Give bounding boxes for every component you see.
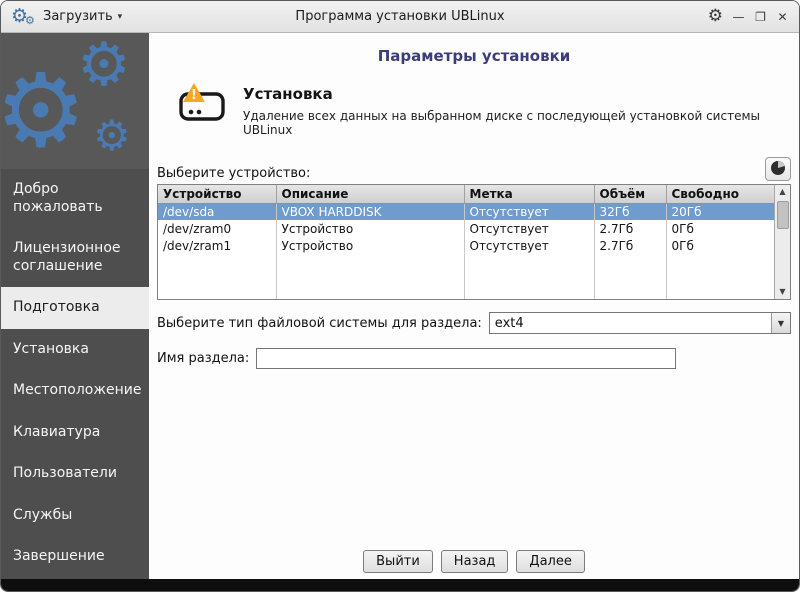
cell-size: 2.7Гб	[594, 220, 666, 237]
gear-icon: ⚙	[77, 35, 131, 95]
cell-free: 0Гб	[666, 220, 778, 237]
load-button-label: Загрузить	[43, 9, 113, 24]
sidebar-item-license[interactable]: Лицензионное соглашение	[1, 228, 149, 287]
table-row[interactable]: /dev/zram0 Устройство Отсутствует 2.7Гб …	[158, 220, 778, 237]
disk-warning-icon: !	[177, 81, 227, 131]
section-subtitle: Удаление всех данных на выбранном диске …	[243, 109, 791, 137]
cell-label: Отсутствует	[464, 237, 594, 254]
minimize-button[interactable]: —	[732, 11, 745, 23]
table-row[interactable]: /dev/sda VBOX HARDDISK Отсутствует 32Гб …	[158, 203, 778, 220]
device-select-label: Выберите устройство:	[157, 166, 310, 181]
main-content: Параметры установки ! Установка Удаление…	[149, 33, 799, 579]
sidebar-item-preparation[interactable]: Подготовка	[1, 287, 149, 329]
cell-label: Отсутствует	[464, 203, 594, 220]
page-title: Параметры установки	[157, 47, 791, 65]
combo-dropdown-icon: ▼	[771, 313, 790, 333]
cell-free: 20Гб	[666, 203, 778, 220]
col-header-description[interactable]: Описание	[276, 185, 464, 203]
pie-chart-icon	[770, 160, 786, 179]
sidebar-item-keyboard[interactable]: Клавиатура	[1, 412, 149, 454]
sidebar-item-location[interactable]: Местоположение	[1, 370, 149, 412]
gear-icon: ⚙	[93, 115, 131, 157]
cell-device: /dev/zram1	[158, 237, 276, 254]
bottom-bar	[1, 579, 799, 591]
gear-icon: ⚙	[1, 61, 86, 163]
installer-steps-nav: Добро пожаловать Лицензионное соглашение…	[1, 169, 149, 579]
col-header-free[interactable]: Свободно	[666, 185, 778, 203]
col-header-size[interactable]: Объём	[594, 185, 666, 203]
col-header-device[interactable]: Устройство	[158, 185, 276, 203]
table-row[interactable]: /dev/zram1 Устройство Отсутствует 2.7Гб …	[158, 237, 778, 254]
cell-device: /dev/zram0	[158, 220, 276, 237]
filesystem-selected-value: ext4	[490, 316, 771, 331]
svg-text:!: !	[191, 88, 197, 103]
close-button[interactable]: ✕	[776, 11, 789, 23]
app-gears-icon: ⚙⚙	[11, 7, 37, 26]
sidebar-item-users[interactable]: Пользователи	[1, 453, 149, 495]
back-button[interactable]: Назад	[441, 550, 509, 573]
cell-description: Устройство	[276, 220, 464, 237]
table-header-row: Устройство Описание Метка Объём Свободно	[158, 185, 778, 203]
sidebar-item-install[interactable]: Установка	[1, 329, 149, 371]
partition-name-input[interactable]	[256, 348, 676, 369]
col-header-label[interactable]: Метка	[464, 185, 594, 203]
settings-gear-icon[interactable]: ⚙	[708, 8, 723, 25]
next-button[interactable]: Далее	[516, 550, 584, 573]
scroll-up-icon[interactable]: ▲	[779, 185, 785, 199]
maximize-button[interactable]: ❐	[754, 11, 767, 23]
cell-size: 2.7Гб	[594, 237, 666, 254]
cell-description: VBOX HARDDISK	[276, 203, 464, 220]
cell-device: /dev/sda	[158, 203, 276, 220]
sidebar-gears-art: ⚙ ⚙ ⚙	[1, 33, 149, 169]
scroll-down-icon[interactable]: ▼	[779, 285, 785, 299]
filesystem-label: Выберите тип файловой системы для раздел…	[157, 316, 482, 331]
cell-label: Отсутствует	[464, 220, 594, 237]
disk-usage-pie-button[interactable]	[765, 157, 791, 181]
table-scrollbar[interactable]: ▲ ▼	[774, 185, 790, 299]
chevron-down-icon: ▾	[118, 12, 123, 22]
sidebar: ⚙ ⚙ ⚙ Добро пожаловать Лицензионное согл…	[1, 33, 149, 579]
sidebar-item-welcome[interactable]: Добро пожаловать	[1, 169, 149, 228]
titlebar: ⚙⚙ Загрузить ▾ Программа установки UBLin…	[1, 1, 799, 33]
exit-button[interactable]: Выйти	[363, 550, 433, 573]
cell-free: 0Гб	[666, 237, 778, 254]
table-empty-area	[158, 254, 778, 299]
installer-window: ⚙⚙ Загрузить ▾ Программа установки UBLin…	[0, 0, 800, 592]
device-table: Устройство Описание Метка Объём Свободно…	[157, 184, 791, 300]
partition-name-label: Имя раздела:	[157, 351, 249, 366]
scrollbar-thumb[interactable]	[777, 201, 789, 229]
sidebar-item-finish[interactable]: Завершение	[1, 536, 149, 578]
filesystem-select[interactable]: ext4 ▼	[489, 312, 791, 334]
sidebar-item-services[interactable]: Службы	[1, 495, 149, 537]
cell-size: 32Гб	[594, 203, 666, 220]
load-button[interactable]: Загрузить ▾	[43, 9, 122, 24]
section-title: Установка	[243, 85, 791, 103]
cell-description: Устройство	[276, 237, 464, 254]
